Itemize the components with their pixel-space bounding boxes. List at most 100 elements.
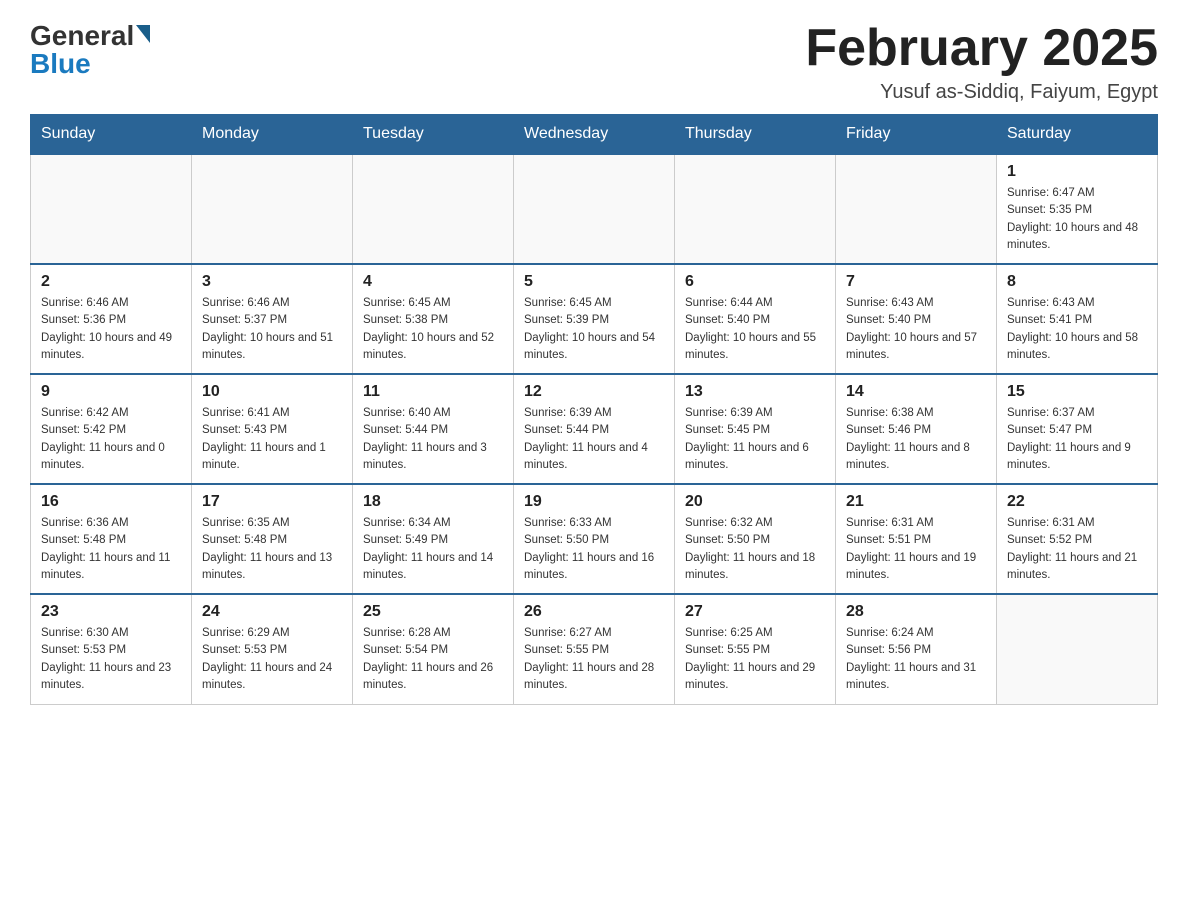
- day-info: Sunrise: 6:39 AM Sunset: 5:45 PM Dayligh…: [685, 405, 825, 474]
- calendar-table: SundayMondayTuesdayWednesdayThursdayFrid…: [30, 114, 1158, 705]
- calendar-week-row: 23 Sunrise: 6:30 AM Sunset: 5:53 PM Dayli…: [31, 594, 1158, 704]
- day-info: Sunrise: 6:31 AM Sunset: 5:51 PM Dayligh…: [846, 515, 986, 584]
- day-info: Sunrise: 6:42 AM Sunset: 5:42 PM Dayligh…: [41, 405, 181, 474]
- day-info: Sunrise: 6:34 AM Sunset: 5:49 PM Dayligh…: [363, 515, 503, 584]
- logo: General Blue: [30, 20, 150, 80]
- column-header-friday: Friday: [836, 115, 997, 155]
- day-number: 24: [202, 603, 342, 621]
- calendar-cell: 4Sunrise: 6:45 AM Sunset: 5:38 PM Daylig…: [353, 264, 514, 374]
- calendar-cell: [997, 594, 1158, 704]
- calendar-cell: 24 Sunrise: 6:29 AM Sunset: 5:53 PM Dayli…: [192, 594, 353, 704]
- day-number: 28: [846, 603, 986, 621]
- calendar-cell: 11Sunrise: 6:40 AM Sunset: 5:44 PM Dayli…: [353, 374, 514, 484]
- day-info: Sunrise: 6:37 AM Sunset: 5:47 PM Dayligh…: [1007, 405, 1147, 474]
- day-info: Sunrise: 6:45 AM Sunset: 5:39 PM Dayligh…: [524, 295, 664, 364]
- calendar-cell: 8Sunrise: 6:43 AM Sunset: 5:41 PM Daylig…: [997, 264, 1158, 374]
- day-number: 23: [41, 603, 181, 621]
- day-info: Sunrise: 6:43 AM Sunset: 5:40 PM Dayligh…: [846, 295, 986, 364]
- day-info: Sunrise: 6:45 AM Sunset: 5:38 PM Dayligh…: [363, 295, 503, 364]
- day-info: Sunrise: 6:32 AM Sunset: 5:50 PM Dayligh…: [685, 515, 825, 584]
- calendar-cell: 10 Sunrise: 6:41 AM Sunset: 5:43 PM Dayli…: [192, 374, 353, 484]
- day-number: 2: [41, 273, 181, 291]
- location-subtitle: Yusuf as-Siddiq, Faiyum, Egypt: [805, 81, 1158, 104]
- calendar-cell: 18 Sunrise: 6:34 AM Sunset: 5:49 PM Dayli…: [353, 484, 514, 594]
- day-info: Sunrise: 6:27 AM Sunset: 5:55 PM Dayligh…: [524, 625, 664, 694]
- day-number: 9: [41, 383, 181, 401]
- column-header-monday: Monday: [192, 115, 353, 155]
- day-number: 15: [1007, 383, 1147, 401]
- day-number: 11: [363, 383, 503, 401]
- day-number: 13: [685, 383, 825, 401]
- column-header-tuesday: Tuesday: [353, 115, 514, 155]
- day-info: Sunrise: 6:46 AM Sunset: 5:36 PM Dayligh…: [41, 295, 181, 364]
- day-info: Sunrise: 6:38 AM Sunset: 5:46 PM Dayligh…: [846, 405, 986, 474]
- title-area: February 2025 Yusuf as-Siddiq, Faiyum, E…: [805, 20, 1158, 104]
- calendar-cell: [675, 154, 836, 264]
- day-number: 1: [1007, 163, 1147, 181]
- day-info: Sunrise: 6:24 AM Sunset: 5:56 PM Dayligh…: [846, 625, 986, 694]
- calendar-cell: 23 Sunrise: 6:30 AM Sunset: 5:53 PM Dayli…: [31, 594, 192, 704]
- day-info: Sunrise: 6:28 AM Sunset: 5:54 PM Dayligh…: [363, 625, 503, 694]
- calendar-cell: 19 Sunrise: 6:33 AM Sunset: 5:50 PM Dayli…: [514, 484, 675, 594]
- calendar-week-row: 1 Sunrise: 6:47 AM Sunset: 5:35 PM Daylig…: [31, 154, 1158, 264]
- day-number: 3: [202, 273, 342, 291]
- column-header-saturday: Saturday: [997, 115, 1158, 155]
- day-number: 25: [363, 603, 503, 621]
- calendar-cell: 1 Sunrise: 6:47 AM Sunset: 5:35 PM Daylig…: [997, 154, 1158, 264]
- calendar-cell: [31, 154, 192, 264]
- column-header-thursday: Thursday: [675, 115, 836, 155]
- calendar-cell: [353, 154, 514, 264]
- calendar-cell: 5 Sunrise: 6:45 AM Sunset: 5:39 PM Daylig…: [514, 264, 675, 374]
- day-number: 14: [846, 383, 986, 401]
- calendar-week-row: 9 Sunrise: 6:42 AM Sunset: 5:42 PM Daylig…: [31, 374, 1158, 484]
- day-info: Sunrise: 6:25 AM Sunset: 5:55 PM Dayligh…: [685, 625, 825, 694]
- calendar-cell: 7 Sunrise: 6:43 AM Sunset: 5:40 PM Daylig…: [836, 264, 997, 374]
- calendar-cell: [836, 154, 997, 264]
- day-number: 6: [685, 273, 825, 291]
- calendar-cell: 9 Sunrise: 6:42 AM Sunset: 5:42 PM Daylig…: [31, 374, 192, 484]
- day-info: Sunrise: 6:33 AM Sunset: 5:50 PM Dayligh…: [524, 515, 664, 584]
- day-number: 7: [846, 273, 986, 291]
- day-number: 18: [363, 493, 503, 511]
- calendar-cell: 22 Sunrise: 6:31 AM Sunset: 5:52 PM Dayli…: [997, 484, 1158, 594]
- day-number: 20: [685, 493, 825, 511]
- page-header: General Blue February 2025 Yusuf as-Sidd…: [30, 20, 1158, 104]
- day-info: Sunrise: 6:30 AM Sunset: 5:53 PM Dayligh…: [41, 625, 181, 694]
- column-header-wednesday: Wednesday: [514, 115, 675, 155]
- day-info: Sunrise: 6:47 AM Sunset: 5:35 PM Dayligh…: [1007, 185, 1147, 254]
- day-info: Sunrise: 6:46 AM Sunset: 5:37 PM Dayligh…: [202, 295, 342, 364]
- calendar-title: February 2025: [805, 20, 1158, 77]
- logo-arrow-icon: [136, 25, 150, 43]
- calendar-cell: [192, 154, 353, 264]
- day-number: 27: [685, 603, 825, 621]
- day-info: Sunrise: 6:29 AM Sunset: 5:53 PM Dayligh…: [202, 625, 342, 694]
- calendar-cell: 25 Sunrise: 6:28 AM Sunset: 5:54 PM Dayli…: [353, 594, 514, 704]
- day-number: 16: [41, 493, 181, 511]
- calendar-cell: 15 Sunrise: 6:37 AM Sunset: 5:47 PM Dayli…: [997, 374, 1158, 484]
- day-info: Sunrise: 6:43 AM Sunset: 5:41 PM Dayligh…: [1007, 295, 1147, 364]
- day-info: Sunrise: 6:39 AM Sunset: 5:44 PM Dayligh…: [524, 405, 664, 474]
- calendar-cell: [514, 154, 675, 264]
- calendar-cell: 21 Sunrise: 6:31 AM Sunset: 5:51 PM Dayli…: [836, 484, 997, 594]
- day-number: 21: [846, 493, 986, 511]
- calendar-cell: 16Sunrise: 6:36 AM Sunset: 5:48 PM Dayli…: [31, 484, 192, 594]
- calendar-cell: 28 Sunrise: 6:24 AM Sunset: 5:56 PM Dayli…: [836, 594, 997, 704]
- day-number: 10: [202, 383, 342, 401]
- calendar-cell: 26 Sunrise: 6:27 AM Sunset: 5:55 PM Dayli…: [514, 594, 675, 704]
- day-number: 19: [524, 493, 664, 511]
- day-info: Sunrise: 6:35 AM Sunset: 5:48 PM Dayligh…: [202, 515, 342, 584]
- day-number: 17: [202, 493, 342, 511]
- calendar-cell: 3 Sunrise: 6:46 AM Sunset: 5:37 PM Daylig…: [192, 264, 353, 374]
- day-info: Sunrise: 6:41 AM Sunset: 5:43 PM Dayligh…: [202, 405, 342, 474]
- day-number: 22: [1007, 493, 1147, 511]
- day-info: Sunrise: 6:44 AM Sunset: 5:40 PM Dayligh…: [685, 295, 825, 364]
- calendar-cell: 27 Sunrise: 6:25 AM Sunset: 5:55 PM Dayli…: [675, 594, 836, 704]
- calendar-cell: 20 Sunrise: 6:32 AM Sunset: 5:50 PM Dayli…: [675, 484, 836, 594]
- calendar-cell: 17 Sunrise: 6:35 AM Sunset: 5:48 PM Dayli…: [192, 484, 353, 594]
- day-number: 26: [524, 603, 664, 621]
- day-info: Sunrise: 6:31 AM Sunset: 5:52 PM Dayligh…: [1007, 515, 1147, 584]
- calendar-cell: 6 Sunrise: 6:44 AM Sunset: 5:40 PM Daylig…: [675, 264, 836, 374]
- column-header-sunday: Sunday: [31, 115, 192, 155]
- calendar-cell: 14 Sunrise: 6:38 AM Sunset: 5:46 PM Dayli…: [836, 374, 997, 484]
- day-number: 5: [524, 273, 664, 291]
